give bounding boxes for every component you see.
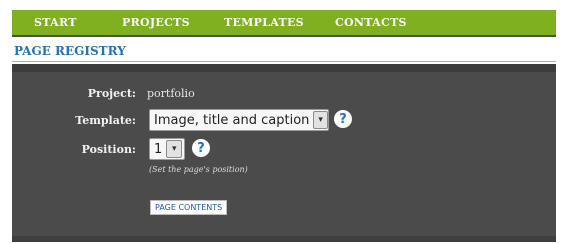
page-title-bar: PAGE REGISTRY — [12, 37, 556, 64]
nav-item-contacts[interactable]: CONTACTS — [335, 16, 407, 29]
project-value: portfolio — [147, 87, 195, 100]
help-icon[interactable]: ? — [334, 110, 352, 128]
position-select[interactable]: 1 ▾ — [149, 138, 185, 160]
app-frame: START PROJECTS TEMPLATES CONTACTS PAGE R… — [12, 10, 556, 242]
template-select-value: Image, title and caption — [154, 112, 310, 128]
top-navigation: START PROJECTS TEMPLATES CONTACTS — [12, 10, 556, 37]
help-icon[interactable]: ? — [192, 139, 210, 157]
position-label: Position: — [81, 143, 136, 156]
nav-item-start[interactable]: START — [34, 16, 77, 29]
template-select[interactable]: Image, title and caption ▾ — [149, 109, 329, 131]
nav-item-projects[interactable]: PROJECTS — [122, 16, 190, 29]
project-label: Project: — [87, 87, 136, 100]
position-hint: (Set the page's position) — [149, 165, 248, 174]
title-divider — [12, 61, 556, 62]
position-select-value: 1 — [154, 141, 163, 157]
page-title: PAGE REGISTRY — [14, 44, 126, 58]
panel-header-strip — [12, 64, 556, 72]
template-label: Template: — [75, 114, 136, 127]
footer-strip — [12, 236, 556, 242]
page-contents-button[interactable]: PAGE CONTENTS — [150, 200, 228, 215]
chevron-down-icon: ▾ — [313, 111, 328, 129]
chevron-down-icon: ▾ — [166, 140, 183, 158]
nav-item-templates[interactable]: TEMPLATES — [224, 16, 304, 29]
